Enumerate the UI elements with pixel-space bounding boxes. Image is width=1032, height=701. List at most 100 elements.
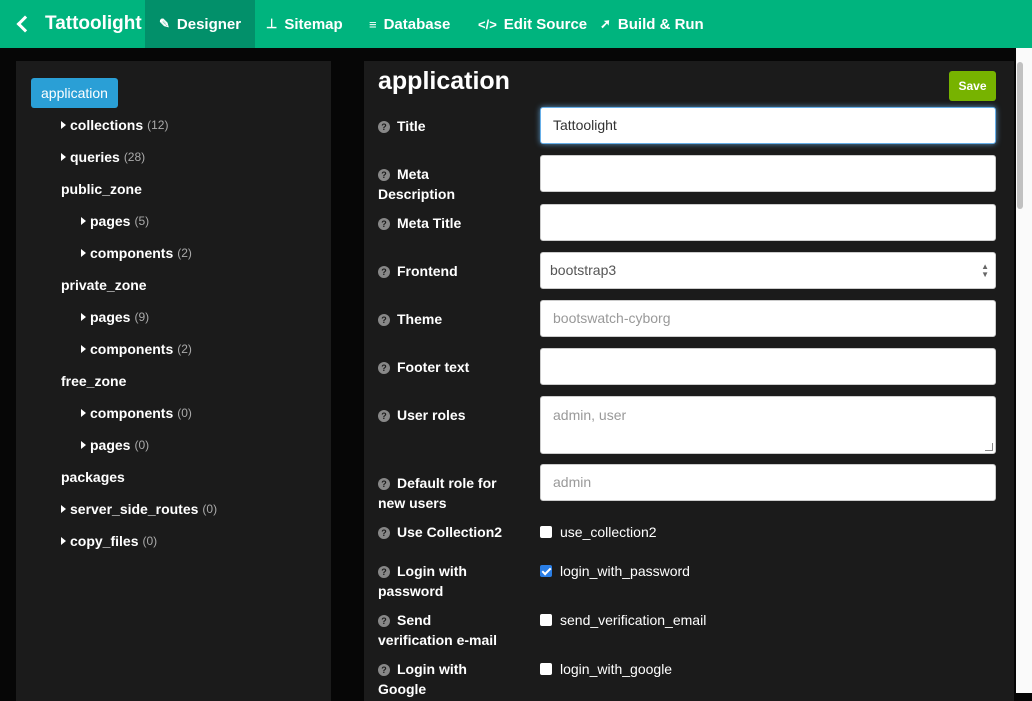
caret-right-icon[interactable] [61, 121, 66, 129]
tree-node-private-components[interactable]: components (2) [81, 338, 192, 360]
tree-node-label: components [90, 405, 174, 421]
question-circle-icon[interactable]: ? [378, 314, 390, 326]
caret-right-icon[interactable] [81, 441, 86, 449]
tree-node-private-zone[interactable]: private_zone [61, 274, 147, 296]
nav-build-run[interactable]: ➚ Build & Run [586, 0, 718, 48]
tree-node-free-pages[interactable]: pages (0) [81, 434, 149, 456]
page-scrollbar-thumb[interactable] [1017, 62, 1023, 209]
send-verification-checkbox[interactable] [540, 614, 552, 626]
user-roles-textarea[interactable]: admin, user [540, 396, 996, 454]
caret-right-icon[interactable] [81, 249, 86, 257]
login-with-password-checkbox[interactable] [540, 565, 552, 577]
login-with-google-checkbox-row[interactable]: login_with_google [540, 659, 672, 679]
tree-node-public-pages[interactable]: pages (5) [81, 210, 149, 232]
question-circle-icon[interactable]: ? [378, 410, 390, 422]
meta-title-input[interactable] [540, 204, 996, 241]
tree-node-label: server_side_routes [70, 501, 199, 517]
question-circle-icon[interactable]: ? [378, 478, 390, 490]
send-verification-label: ? Send verification e-mail [378, 612, 498, 648]
tree-node-label: collections [70, 117, 144, 133]
tree-node-count: (0) [134, 438, 150, 452]
tree-node-private-pages[interactable]: pages (9) [81, 306, 149, 328]
nav-edit-source[interactable]: </> Edit Source [464, 0, 601, 48]
question-circle-icon[interactable]: ? [378, 218, 390, 230]
caret-right-icon[interactable] [81, 313, 86, 321]
tree-node-count: (0) [177, 406, 192, 420]
footer-text-label: ? Footer text [378, 357, 528, 377]
theme-input[interactable]: bootswatch-cyborg [540, 300, 996, 337]
tree-node-free-zone[interactable]: free_zone [61, 370, 126, 392]
brand-back-link[interactable]: Tattoolight [13, 0, 142, 48]
tree-node-packages[interactable]: packages [61, 466, 125, 488]
tree-node-label: components [90, 245, 174, 261]
caret-right-icon[interactable] [61, 537, 66, 545]
caret-right-icon[interactable] [81, 409, 86, 417]
nav-designer[interactable]: ✎ Designer [145, 0, 256, 48]
caret-right-icon[interactable] [61, 153, 66, 161]
frontend-select[interactable]: bootstrap3 ▲ ▼ [540, 252, 996, 289]
object-tree-panel: application collections (12) queries (28… [16, 61, 331, 701]
tree-root-application[interactable]: application [31, 78, 118, 108]
tree-node-count: (12) [147, 118, 169, 132]
use-collection2-checkbox-row[interactable]: use_collection2 [540, 522, 657, 542]
question-circle-icon[interactable]: ? [378, 615, 390, 627]
question-circle-icon[interactable]: ? [378, 362, 390, 374]
save-button[interactable]: Save [949, 71, 996, 101]
default-role-input[interactable]: admin [540, 464, 996, 501]
edit-icon: ✎ [159, 16, 170, 31]
question-circle-icon[interactable]: ? [378, 121, 390, 133]
login-with-google-option: login_with_google [560, 661, 673, 677]
title-input[interactable]: Tattoolight [540, 107, 996, 144]
send-verification-checkbox-row[interactable]: send_verification_email [540, 610, 706, 630]
use-collection2-checkbox[interactable] [540, 526, 552, 538]
tree-node-copy-files[interactable]: copy_files (0) [61, 530, 157, 552]
resize-handle-icon[interactable] [985, 443, 993, 451]
chevron-left-icon [16, 15, 34, 33]
tree-node-queries[interactable]: queries (28) [61, 146, 145, 168]
tree-node-label: pages [90, 437, 131, 453]
footer-text-input[interactable] [540, 348, 996, 385]
top-navbar: Tattoolight ✎ Designer ⊥ Sitemap ≡ Datab… [0, 0, 1032, 48]
frontend-select-value: bootstrap3 [550, 262, 617, 278]
nav-edit-source-label: Edit Source [503, 15, 588, 33]
login-with-password-option: login_with_password [560, 563, 690, 579]
question-circle-icon[interactable]: ? [378, 266, 390, 278]
tree-node-label: pages [90, 213, 131, 229]
tree-node-count: (0) [202, 502, 218, 516]
tree-node-server-side-routes[interactable]: server_side_routes (0) [61, 498, 217, 520]
tree-node-free-components[interactable]: components (0) [81, 402, 192, 424]
tree-node-public-components[interactable]: components (2) [81, 242, 192, 264]
tree-node-count: (28) [123, 150, 146, 164]
tree-node-count: (9) [134, 310, 150, 324]
login-with-google-label: ? Login with Google [378, 661, 467, 697]
tree-node-label: packages [61, 469, 125, 485]
question-circle-icon[interactable]: ? [378, 169, 390, 181]
default-role-label: ? Default role for new users [378, 475, 497, 511]
tree-node-label: components [90, 341, 174, 357]
frontend-label: ? Frontend [378, 261, 528, 281]
question-circle-icon[interactable]: ? [378, 527, 390, 539]
user-roles-label: ? User roles [378, 405, 528, 425]
tree-node-label: queries [70, 149, 120, 165]
question-circle-icon[interactable]: ? [378, 664, 390, 676]
meta-description-input[interactable] [540, 155, 996, 192]
caret-right-icon[interactable] [61, 505, 66, 513]
tree-node-label: private_zone [61, 277, 147, 293]
tree-node-collections[interactable]: collections (12) [61, 114, 168, 136]
code-icon: </> [478, 16, 497, 32]
tree-node-label: copy_files [70, 533, 139, 549]
nav-sitemap[interactable]: ⊥ Sitemap [252, 0, 357, 48]
tree-node-label: public_zone [61, 181, 142, 197]
tree-node-count: (2) [177, 246, 192, 260]
question-circle-icon[interactable]: ? [378, 566, 390, 578]
meta-description-label: ? Meta Description [378, 166, 456, 202]
title-label: ? Title [378, 116, 528, 136]
caret-right-icon[interactable] [81, 217, 86, 225]
login-with-google-checkbox[interactable] [540, 663, 552, 675]
login-with-password-checkbox-row[interactable]: login_with_password [540, 561, 690, 581]
caret-right-icon[interactable] [81, 345, 86, 353]
use-collection2-label: ? Use Collection2 [378, 522, 528, 542]
page-title: application [378, 67, 510, 95]
nav-database[interactable]: ≡ Database [355, 0, 464, 48]
tree-node-public-zone[interactable]: public_zone [61, 178, 142, 200]
